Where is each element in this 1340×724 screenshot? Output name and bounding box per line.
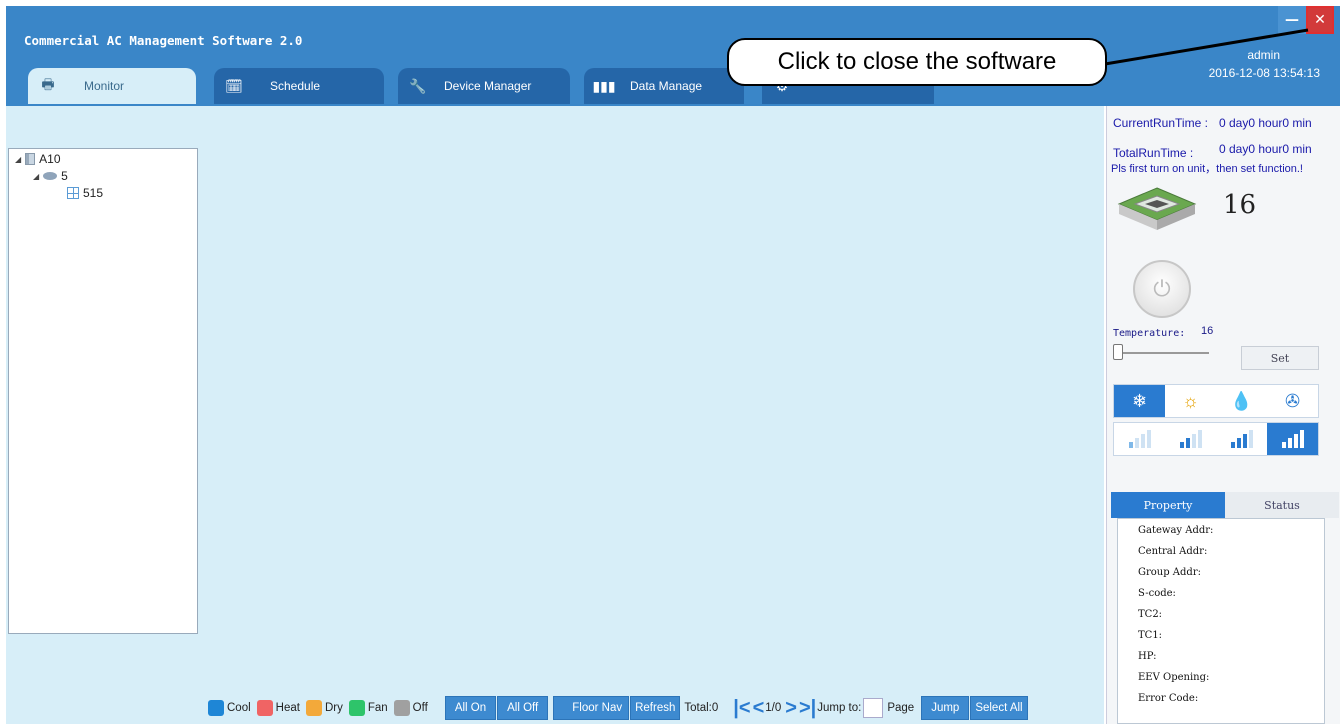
total-run-label: TotalRunTime : (1113, 146, 1194, 160)
legend-label-dry: Dry (324, 702, 343, 714)
temperature-label: Temperature: (1113, 328, 1186, 339)
tree-node-label: 5 (61, 169, 68, 183)
mode-heat-button[interactable]: ☼ (1165, 385, 1216, 417)
fan-speed-mid-icon (1179, 430, 1202, 448)
fan-speed-mid-button[interactable] (1165, 423, 1216, 455)
prop-eev-opening: EEV Opening: (1138, 672, 1210, 683)
mode-fan-button[interactable]: ✇ (1267, 385, 1318, 417)
tab-property[interactable]: Property (1111, 492, 1225, 518)
legend-label-heat: Heat (275, 702, 300, 714)
refresh-button[interactable]: Refresh (630, 696, 681, 720)
property-tabs: Property Status (1111, 492, 1339, 518)
fan-icon: ✇ (1284, 390, 1301, 411)
current-run-value: 0 day0 hour0 min (1219, 116, 1312, 130)
prop-gateway-addr: Gateway Addr: (1138, 525, 1214, 536)
hint-text: Pls first turn on unit，then set function… (1111, 163, 1303, 175)
callout-text: Click to close the software (777, 48, 1057, 75)
mode-dry-button[interactable]: 💧 (1216, 385, 1267, 417)
legend-swatch-cool (208, 700, 224, 716)
first-page-icon[interactable]: |< (733, 697, 750, 720)
legend-label-off: Off (412, 702, 428, 714)
monitor-area: ◢ A10 ◢ 5 515 Cool Heat Dry Fan Off All … (6, 106, 1104, 724)
last-page-icon[interactable]: >| (799, 697, 816, 720)
legend-swatch-off (393, 700, 410, 716)
mode-selector: ❄ ☼ 💧 ✇ (1113, 384, 1319, 418)
property-list: Gateway Addr: Central Addr: Group Addr: … (1117, 518, 1325, 724)
fan-speed-high-button[interactable] (1216, 423, 1267, 455)
tree-node-unit[interactable]: 515 (67, 186, 103, 200)
power-icon: ⏻ (1153, 276, 1171, 301)
page-number-input[interactable] (863, 698, 884, 718)
fan-speed-high-icon (1230, 430, 1253, 448)
building-icon (25, 153, 36, 165)
tree-node-floor[interactable]: ◢ 5 (33, 169, 68, 183)
fan-speed-auto-button[interactable] (1267, 423, 1318, 455)
temperature-slider-thumb[interactable] (1113, 344, 1123, 360)
prop-tc1: TC1: (1138, 630, 1163, 641)
unit-control-panel: CurrentRunTime : 0 day0 hour0 min TotalR… (1106, 106, 1340, 724)
sun-icon: ☼ (1182, 390, 1199, 411)
tab-status[interactable]: Status (1225, 492, 1339, 518)
next-page-icon[interactable]: > (785, 697, 797, 720)
page-info: 1/0 (765, 702, 782, 714)
temperature-value: 16 (1201, 325, 1214, 337)
fan-speed-low-button[interactable] (1114, 423, 1165, 455)
water-drop-icon: 💧 (1230, 390, 1253, 411)
floor-icon (43, 172, 58, 180)
legend-swatch-heat (256, 700, 273, 716)
prop-hp: HP: (1138, 651, 1157, 662)
set-temperature-button[interactable]: Set (1241, 346, 1319, 370)
power-button[interactable]: ⏻ (1133, 260, 1191, 318)
tree-node-building[interactable]: ◢ A10 (15, 152, 61, 166)
cassette-ac-icon (1117, 187, 1197, 230)
page-label: Page (887, 702, 915, 714)
unit-number: 16 (1223, 190, 1257, 220)
bottom-toolbar: Cool Heat Dry Fan Off All On All Off Flo… (202, 694, 1028, 722)
unit-grid-icon (67, 187, 79, 199)
fan-speed-low-icon (1128, 430, 1151, 448)
expand-triangle-icon[interactable]: ◢ (15, 155, 21, 164)
all-on-button[interactable]: All On (444, 696, 497, 720)
jump-to-label: Jump to: (817, 702, 862, 714)
total-run-value: 0 day0 hour0 min (1219, 142, 1312, 156)
legend-label-fan: Fan (367, 702, 388, 714)
prop-tc2: TC2: (1138, 609, 1163, 620)
select-all-button[interactable]: Select All (970, 696, 1028, 720)
jump-button[interactable]: Jump (921, 696, 970, 720)
tree-node-label: A10 (39, 152, 61, 166)
legend-swatch-fan (348, 700, 365, 716)
prop-error-code: Error Code: (1138, 693, 1199, 704)
total-count: Total:0 (684, 702, 719, 714)
expand-triangle-icon[interactable]: ◢ (33, 172, 39, 181)
temperature-slider-track[interactable] (1113, 352, 1209, 354)
all-off-button[interactable]: All Off (497, 696, 549, 720)
callout-annotation: Click to close the software (727, 38, 1107, 86)
prop-central-addr: Central Addr: (1138, 546, 1208, 557)
prop-s-code: S-code: (1138, 588, 1176, 599)
legend-label-cool: Cool (227, 702, 251, 714)
callout-pointer-line (1104, 28, 1309, 66)
mode-cool-button[interactable]: ❄ (1114, 385, 1165, 417)
current-run-label: CurrentRunTime : (1113, 116, 1208, 130)
device-tree[interactable]: ◢ A10 ◢ 5 515 (8, 148, 198, 634)
prev-page-icon[interactable]: < (753, 697, 765, 720)
prop-group-addr: Group Addr: (1138, 567, 1201, 578)
fan-speed-selector (1113, 422, 1319, 456)
snowflake-icon: ❄ (1131, 390, 1148, 411)
fan-speed-auto-icon (1281, 430, 1304, 448)
tree-node-label: 515 (83, 186, 104, 200)
legend-swatch-dry (305, 700, 322, 716)
floor-nav-button[interactable]: Floor Nav (553, 696, 630, 720)
